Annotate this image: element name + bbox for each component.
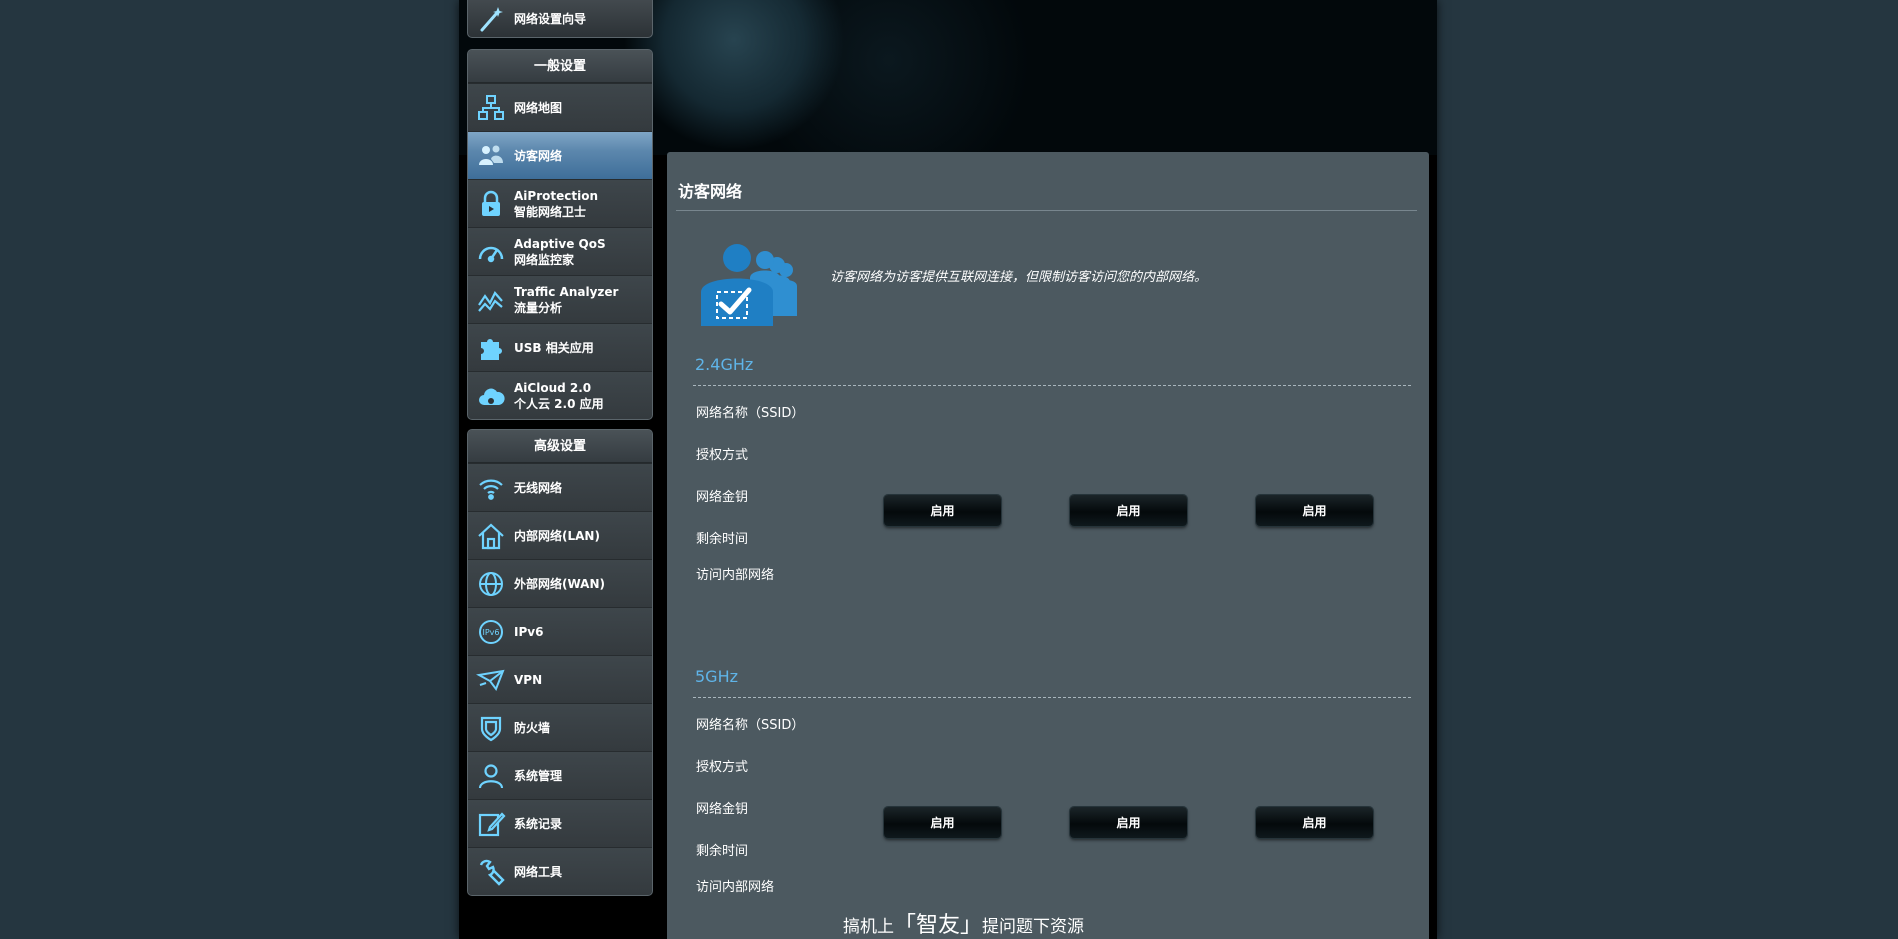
enable-button-2g-1[interactable]: 启用 [884,495,1001,526]
field-label-auth-method: 授权方式 [696,448,749,463]
sidebar-item-wan[interactable]: 外部网络(WAN) [468,559,652,607]
globe-icon [468,560,514,608]
field-label-remaining-time: 剩余时间 [696,844,749,859]
svg-text:IPv6: IPv6 [482,628,499,637]
lock-icon [468,180,514,228]
sidebar-item-administration[interactable]: 系统管理 [468,751,652,799]
puzzle-icon [468,324,514,372]
field-label-ssid: 网络名称（SSID） [696,406,805,421]
field-label-auth-method: 授权方式 [696,760,749,775]
vpn-icon [468,656,514,704]
home-icon [468,512,514,560]
sidebar-item-label: 访客网络 [514,148,563,163]
sidebar-item-network-map[interactable]: 网络地图 [468,83,652,131]
sidebar-item-network-tools[interactable]: 网络工具 [468,847,652,895]
log-edit-icon [468,800,514,848]
traffic-chart-icon [468,276,514,324]
sidebar-item-label: 防火墙 [514,720,551,735]
sidebar-item-label: IPv6 [514,624,544,639]
sidebar-item-lan[interactable]: 内部网络(LAN) [468,511,652,559]
enable-button-5g-2[interactable]: 启用 [1070,807,1187,838]
sidebar-item-label: AiProtection 智能网络卫士 [514,188,598,219]
sidebar-item-label: 系统管理 [514,768,563,783]
title-divider [676,210,1417,211]
ipv6-icon: IPv6 [468,608,514,656]
sidebar-item-label: 网络设置向导 [514,12,587,26]
network-map-icon [468,84,514,132]
sidebar-item-setup-wizard[interactable]: 网络设置向导 [467,0,653,38]
admin-user-icon [468,752,514,800]
enable-button-5g-1[interactable]: 启用 [884,807,1001,838]
wifi-icon [468,464,514,512]
sidebar-item-label: 网络地图 [514,100,563,115]
sidebar-item-label: VPN [514,672,543,687]
field-label-intranet-access: 访问内部网络 [696,880,775,895]
field-label-ssid: 网络名称（SSID） [696,718,805,733]
guest-network-icon [468,132,514,180]
shield-icon [468,704,514,752]
sidebar-item-vpn[interactable]: VPN [468,655,652,703]
sidebar-item-label: 无线网络 [514,480,563,495]
band-divider [693,697,1411,698]
enable-button-5g-3[interactable]: 启用 [1256,807,1373,838]
sidebar-item-label: 网络工具 [514,864,563,879]
sidebar-item-traffic-analyzer[interactable]: Traffic Analyzer 流量分析 [468,275,652,323]
menu-group-title: 一般设置 [468,50,652,83]
menu-group-title: 高级设置 [468,430,652,463]
cloud-icon [468,372,514,420]
page-title: 访客网络 [678,182,743,201]
guest-network-illustration-icon [701,244,797,326]
field-label-network-key: 网络金钥 [696,490,749,505]
sidebar-item-system-log[interactable]: 系统记录 [468,799,652,847]
sidebar-item-usb-applications[interactable]: USB 相关应用 [468,323,652,371]
band-title-2g: 2.4GHz [695,355,754,374]
sidebar-item-aicloud[interactable]: AiCloud 2.0 个人云 2.0 应用 [468,371,652,419]
wizard-wand-icon [468,0,514,43]
general-settings-menu: 一般设置 网络地图 访客网络 AiProtection 智能网络卫士 Adapti… [467,49,653,420]
sidebar-item-firewall[interactable]: 防火墙 [468,703,652,751]
field-label-network-key: 网络金钥 [696,802,749,817]
field-label-intranet-access: 访问内部网络 [696,568,775,583]
sidebar-item-wireless[interactable]: 无线网络 [468,463,652,511]
advanced-settings-menu: 高级设置 无线网络 内部网络(LAN) 外部网络(WAN) IPv6 IPv6 … [467,429,653,896]
field-label-remaining-time: 剩余时间 [696,532,749,547]
sidebar-footer [467,896,653,939]
intro-text: 访客网络为访客提供互联网连接，但限制访客访问您的内部网络。 [830,270,1208,285]
sidebar-item-label: Adaptive QoS 网络监控家 [514,236,606,267]
main-content-panel: 访客网络 访客网络为访客提供互联网连接，但限制访客访问您的内部网络。 2.4GH… [667,152,1429,939]
band-title-5g: 5GHz [695,667,739,686]
sidebar-item-guest-network[interactable]: 访客网络 [468,131,652,179]
sidebar-item-ipv6[interactable]: IPv6 IPv6 [468,607,652,655]
sidebar-item-label: Traffic Analyzer 流量分析 [514,284,619,315]
sidebar-item-label: 内部网络(LAN) [514,528,600,543]
enable-button-2g-3[interactable]: 启用 [1256,495,1373,526]
speedometer-icon [468,228,514,276]
wrench-icon [468,848,514,896]
band-divider [693,385,1411,386]
sidebar-item-label: AiCloud 2.0 个人云 2.0 应用 [514,380,604,411]
enable-button-2g-2[interactable]: 启用 [1070,495,1187,526]
watermark-text: 搞机上「智友」提问题下资源 [843,913,1085,938]
sidebar-item-label: 系统记录 [514,816,563,831]
sidebar-item-aiprotection[interactable]: AiProtection 智能网络卫士 [468,179,652,227]
sidebar-item-adaptive-qos[interactable]: Adaptive QoS 网络监控家 [468,227,652,275]
sidebar-item-label: USB 相关应用 [514,340,594,355]
sidebar-item-label: 外部网络(WAN) [514,576,605,591]
